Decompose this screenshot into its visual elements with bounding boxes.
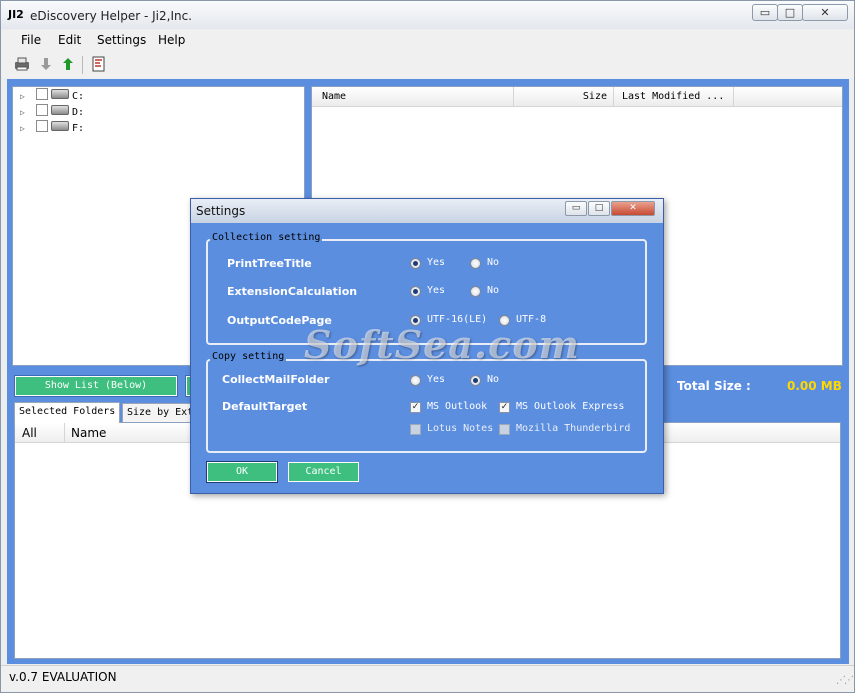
collect-mail-yes-radio[interactable] bbox=[410, 375, 421, 386]
checkbox-label: Mozilla Thunderbird bbox=[516, 423, 631, 434]
dialog-close-button[interactable]: ✕ bbox=[611, 201, 655, 216]
ok-button[interactable]: OK bbox=[207, 462, 277, 482]
collection-setting-legend: Collection setting bbox=[210, 232, 323, 243]
print-tree-title-no-radio[interactable] bbox=[470, 258, 481, 269]
column-size[interactable]: Size bbox=[514, 87, 614, 107]
extension-calculation-yes-radio[interactable] bbox=[410, 286, 421, 297]
status-bar bbox=[1, 665, 854, 692]
extension-calculation-label: ExtensionCalculation bbox=[227, 285, 358, 298]
total-size-value: 0.00 MB bbox=[787, 379, 842, 393]
expand-icon[interactable]: ▷ bbox=[20, 89, 28, 105]
radio-label: No bbox=[487, 285, 500, 296]
menu-file[interactable]: File bbox=[21, 33, 41, 47]
window-title: eDiscovery Helper - Ji2,Inc. bbox=[30, 9, 192, 23]
toolbar bbox=[1, 52, 854, 78]
default-target-label: DefaultTarget bbox=[222, 400, 308, 413]
move-up-icon[interactable] bbox=[58, 56, 78, 74]
tree-item[interactable]: ▷ C: bbox=[20, 88, 84, 104]
checkbox-label: MS Outlook bbox=[427, 401, 488, 412]
app-logo: JI2 bbox=[8, 8, 24, 21]
radio-label: Yes bbox=[427, 374, 446, 385]
drive-icon bbox=[51, 105, 69, 115]
radio-label: Yes bbox=[427, 257, 446, 268]
drive-label: C: bbox=[72, 91, 85, 102]
drive-label: F: bbox=[72, 123, 85, 134]
tree-item[interactable]: ▷ F: bbox=[20, 120, 84, 136]
collect-mail-no-radio[interactable] bbox=[470, 375, 481, 386]
report-icon[interactable] bbox=[88, 56, 108, 74]
checkbox-label: MS Outlook Express bbox=[516, 401, 625, 412]
menu-edit[interactable]: Edit bbox=[58, 33, 81, 47]
tree-checkbox[interactable] bbox=[36, 88, 48, 100]
dialog-maximize-button[interactable]: □ bbox=[588, 201, 610, 216]
lotus-notes-checkbox[interactable] bbox=[410, 424, 421, 435]
checkbox-label: Lotus Notes bbox=[427, 423, 494, 434]
radio-label: No bbox=[487, 257, 500, 268]
column-last-modified[interactable]: Last Modified ... bbox=[614, 87, 734, 107]
cancel-button[interactable]: Cancel bbox=[288, 462, 359, 482]
copy-setting-legend: Copy setting bbox=[210, 351, 287, 362]
menu-help[interactable]: Help bbox=[158, 33, 185, 47]
drive-label: D: bbox=[72, 107, 85, 118]
file-list-header: Name Size Last Modified ... bbox=[312, 87, 842, 107]
show-list-button[interactable]: Show List (Below) bbox=[15, 376, 177, 396]
print-tree-title-yes-radio[interactable] bbox=[410, 258, 421, 269]
print-icon[interactable] bbox=[12, 56, 32, 74]
maximize-button[interactable]: □ bbox=[777, 4, 803, 21]
move-down-icon[interactable] bbox=[36, 56, 56, 74]
minimize-button[interactable]: ▭ bbox=[752, 4, 778, 21]
radio-label: Yes bbox=[427, 285, 446, 296]
tree-item[interactable]: ▷ D: bbox=[20, 104, 84, 120]
expand-icon[interactable]: ▷ bbox=[20, 105, 28, 121]
tree-checkbox[interactable] bbox=[36, 104, 48, 116]
column-all[interactable]: All bbox=[15, 423, 65, 443]
dialog-title: Settings bbox=[196, 204, 246, 218]
radio-label: No bbox=[487, 374, 500, 385]
tab-size-by-ext[interactable]: Size by Ext bbox=[122, 403, 199, 422]
drive-icon bbox=[51, 89, 69, 99]
tree-checkbox[interactable] bbox=[36, 120, 48, 132]
tab-selected-folders[interactable]: Selected Folders bbox=[14, 402, 121, 423]
toolbar-separator bbox=[82, 56, 83, 74]
expand-icon[interactable]: ▷ bbox=[20, 121, 28, 137]
close-button[interactable]: ✕ bbox=[802, 4, 848, 21]
drive-icon bbox=[51, 121, 69, 131]
menu-settings[interactable]: Settings bbox=[97, 33, 146, 47]
print-tree-title-label: PrintTreeTitle bbox=[227, 257, 312, 270]
collect-mail-folder-label: CollectMailFolder bbox=[222, 373, 330, 386]
total-size-label: Total Size : bbox=[677, 379, 751, 393]
watermark: SoftSea.com bbox=[304, 322, 580, 367]
column-name[interactable]: Name bbox=[312, 87, 514, 107]
status-text: v.0.7 EVALUATION bbox=[9, 670, 117, 684]
thunderbird-checkbox[interactable] bbox=[499, 424, 510, 435]
ms-outlook-express-checkbox[interactable]: ✓ bbox=[499, 402, 510, 413]
dialog-minimize-button[interactable]: ▭ bbox=[565, 201, 587, 216]
resize-grip-icon[interactable]: ⋰⋰ bbox=[836, 675, 854, 686]
extension-calculation-no-radio[interactable] bbox=[470, 286, 481, 297]
ms-outlook-checkbox[interactable]: ✓ bbox=[410, 402, 421, 413]
